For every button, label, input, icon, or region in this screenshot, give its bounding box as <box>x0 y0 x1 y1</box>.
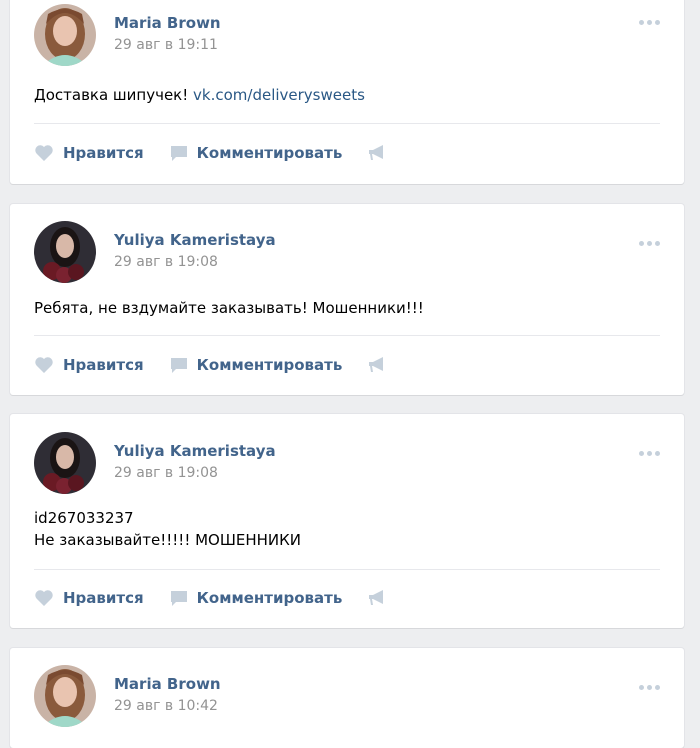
post-text: Доставка шипучек! vk.com/deliverysweets <box>34 84 365 106</box>
heart-icon <box>35 590 53 606</box>
comment-icon <box>170 358 187 373</box>
more-icon[interactable] <box>639 20 660 25</box>
comment-icon <box>170 146 187 161</box>
share-button[interactable] <box>368 590 395 606</box>
avatar[interactable] <box>34 221 96 283</box>
divider <box>34 123 660 124</box>
divider <box>34 569 660 570</box>
post-text: Ребята, не вздумайте заказывать! Мошенни… <box>34 297 424 319</box>
comment-label: Комментировать <box>196 589 343 607</box>
post-actions: Нравится Комментировать <box>34 144 421 162</box>
post: Yuliya Kameristaya 29 авг в 19:08 Ребята… <box>10 204 684 395</box>
more-icon[interactable] <box>639 451 660 456</box>
megaphone-icon <box>369 357 384 372</box>
like-label: Нравится <box>63 589 144 607</box>
author-name[interactable]: Yuliya Kameristaya <box>114 442 276 460</box>
share-button[interactable] <box>368 145 395 161</box>
post: Yuliya Kameristaya 29 авг в 19:08 id2670… <box>10 414 684 628</box>
like-button[interactable]: Нравится <box>34 144 144 162</box>
post-text-line: Доставка шипучек! <box>34 86 194 104</box>
post-date[interactable]: 29 авг в 19:11 <box>114 37 218 53</box>
comment-label: Комментировать <box>196 144 343 162</box>
comment-icon <box>170 591 187 606</box>
heart-icon <box>35 357 53 373</box>
comment-button[interactable]: Комментировать <box>170 356 343 374</box>
post: Maria Brown 29 авг в 10:42 <box>10 648 684 748</box>
post-actions: Нравится Комментировать <box>34 356 421 374</box>
avatar[interactable] <box>34 432 96 494</box>
avatar[interactable] <box>34 4 96 66</box>
post-text: id267033237 Не заказывайте!!!!! МОШЕННИК… <box>34 507 301 551</box>
comment-label: Комментировать <box>196 356 343 374</box>
like-label: Нравится <box>63 144 144 162</box>
post-actions: Нравится Комментировать <box>34 589 421 607</box>
megaphone-icon <box>369 590 384 605</box>
megaphone-icon <box>369 145 384 160</box>
divider <box>34 335 660 336</box>
author-name[interactable]: Maria Brown <box>114 14 221 32</box>
post: Maria Brown 29 авг в 19:11 Доставка шипу… <box>10 0 684 184</box>
comment-button[interactable]: Комментировать <box>170 589 343 607</box>
comment-button[interactable]: Комментировать <box>170 144 343 162</box>
post-date[interactable]: 29 авг в 19:08 <box>114 254 218 270</box>
avatar[interactable] <box>34 665 96 727</box>
post-date[interactable]: 29 авг в 10:42 <box>114 698 218 714</box>
author-name[interactable]: Maria Brown <box>114 675 221 693</box>
share-button[interactable] <box>368 357 395 373</box>
like-button[interactable]: Нравится <box>34 589 144 607</box>
post-text-line: Ребята, не вздумайте заказывать! Мошенни… <box>34 299 424 317</box>
post-text-line[interactable]: id267033237 <box>34 507 301 529</box>
post-link[interactable]: vk.com/deliverysweets <box>193 86 365 104</box>
author-name[interactable]: Yuliya Kameristaya <box>114 231 276 249</box>
post-text-line: Не заказывайте!!!!! МОШЕННИКИ <box>34 531 302 549</box>
heart-icon <box>35 145 53 161</box>
like-label: Нравится <box>63 356 144 374</box>
like-button[interactable]: Нравится <box>34 356 144 374</box>
more-icon[interactable] <box>639 241 660 246</box>
post-date[interactable]: 29 авг в 19:08 <box>114 465 218 481</box>
more-icon[interactable] <box>639 685 660 690</box>
